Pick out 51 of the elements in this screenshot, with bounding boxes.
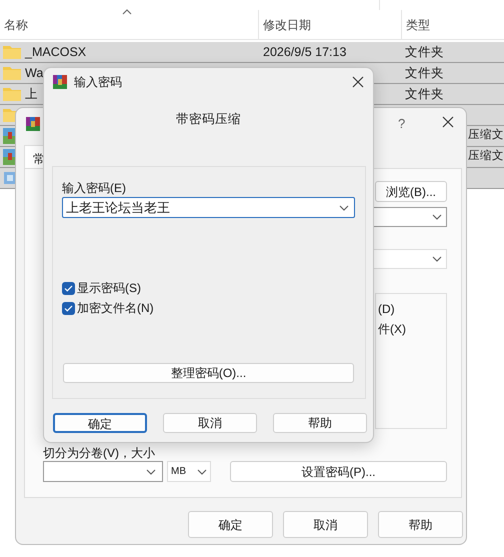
chevron-down-icon (432, 256, 442, 262)
checkbox[interactable] (62, 302, 75, 314)
option-label: (D) (378, 302, 395, 316)
close-icon[interactable] (352, 76, 364, 88)
file-name: 上 (25, 86, 38, 103)
file-type: 文件夹 (405, 44, 444, 59)
folder-icon (3, 45, 21, 59)
dialog-heading: 带密码压缩 (176, 111, 241, 128)
checkbox-label: 显示密码(S) (77, 280, 141, 297)
file-type: 压缩文 (468, 150, 504, 162)
folder-icon (3, 87, 21, 101)
volume-size-combo[interactable] (43, 461, 163, 482)
help-icon[interactable]: ? (398, 114, 406, 134)
column-header[interactable]: 名称 (4, 16, 28, 34)
checkbox[interactable] (62, 282, 75, 294)
dialog-button[interactable]: 取消 (163, 413, 257, 433)
dialog-button[interactable]: 确定 (53, 413, 147, 433)
dialog-button[interactable]: 取消 (283, 511, 368, 538)
set-password-button[interactable]: 设置密码(P)... (230, 461, 447, 482)
file-row[interactable]: _MACOSX 2026/9/5 17:13 文件夹 (0, 42, 504, 63)
chevron-down-icon (146, 468, 156, 474)
column-header[interactable]: 修改日期 (263, 16, 311, 34)
file-name: Wa (25, 64, 44, 82)
archive-app-icon (52, 74, 68, 90)
checkmark-icon (64, 284, 73, 292)
dialog-button[interactable]: 确定 (188, 511, 273, 538)
split-volume-label: 切分为分卷(V)，大小 (43, 446, 155, 460)
field-label: 输入密码(E) (62, 180, 126, 197)
browse-button[interactable]: 浏览(B)... (375, 181, 447, 202)
file-icon (3, 171, 17, 185)
chevron-down-icon (339, 204, 349, 210)
unit-combo[interactable]: MB (167, 461, 211, 482)
close-icon[interactable] (442, 116, 454, 128)
organize-passwords-button[interactable]: 整理密码(O)... (63, 363, 354, 383)
dialog-button[interactable]: 帮助 (378, 511, 463, 538)
archive-app-icon (25, 116, 41, 132)
file-name: _MACOSX (25, 44, 86, 61)
checkmark-icon (64, 304, 73, 312)
checkbox-label: 加密文件名(N) (77, 300, 154, 317)
modified-date: 2026/9/5 17:13 (263, 44, 346, 59)
chevron-down-icon (432, 214, 442, 220)
column-header[interactable]: 类型 (406, 16, 430, 34)
folder-icon (3, 66, 21, 80)
option-label: 件(X) (378, 322, 406, 336)
chevron-down-icon (197, 468, 207, 474)
file-type: 文件夹 (405, 86, 444, 101)
file-type: 文件夹 (405, 66, 444, 80)
file-type: 压缩文 (468, 129, 504, 142)
dialog-button[interactable]: 帮助 (273, 413, 367, 433)
window-title: 输入密码 (74, 74, 122, 91)
password-field[interactable]: 上老王论坛当老王 (62, 197, 355, 218)
